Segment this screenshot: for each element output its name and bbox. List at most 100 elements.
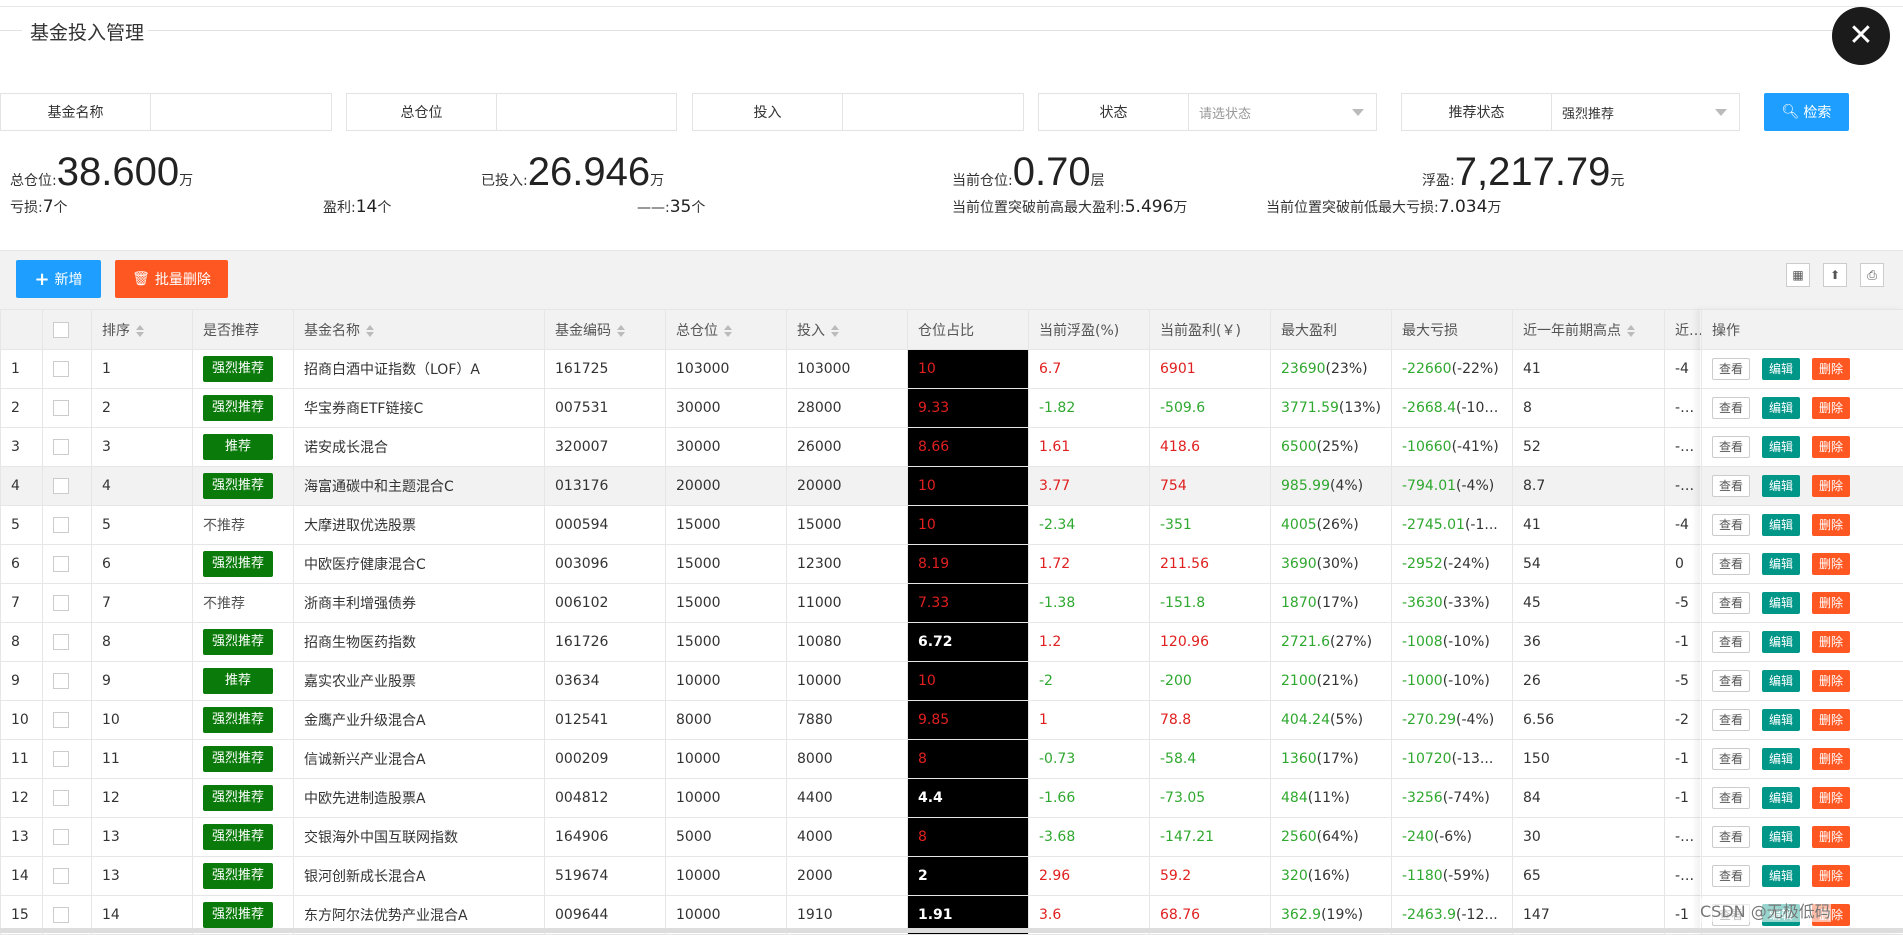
- table-row[interactable]: 22强烈推荐华宝券商ETF链接C00753130000280009.33-1.8…: [1, 389, 1903, 428]
- status-select[interactable]: 请选状态: [1189, 94, 1376, 130]
- horizontal-scrollbar[interactable]: [0, 928, 1903, 933]
- view-button[interactable]: 查看: [1712, 670, 1750, 692]
- row-checkbox[interactable]: [53, 829, 69, 845]
- table-row[interactable]: 66强烈推荐中欧医疗健康混合C00309615000123008.191.722…: [1, 545, 1903, 584]
- table-row[interactable]: 44强烈推荐海富通碳中和主题混合C0131762000020000103.777…: [1, 467, 1903, 506]
- table-row[interactable]: 1111强烈推荐信诚新兴产业混合A0002091000080008-0.73-5…: [1, 740, 1903, 779]
- header-invest[interactable]: 投入: [787, 310, 908, 350]
- add-button[interactable]: + 新增: [16, 260, 101, 298]
- batch-delete-button[interactable]: 🗑︎ 批量删除: [115, 260, 228, 298]
- table-row[interactable]: 99推荐嘉实农业产业股票03634100001000010-2-2002100(…: [1, 662, 1903, 701]
- sort-icon[interactable]: [724, 325, 732, 337]
- view-button[interactable]: 查看: [1712, 709, 1750, 731]
- sort-icon[interactable]: [366, 325, 374, 337]
- table-row[interactable]: 11强烈推荐招商白酒中证指数（LOF）A16172510300010300010…: [1, 350, 1903, 389]
- edit-button[interactable]: 编辑: [1762, 709, 1800, 731]
- row-checkbox[interactable]: [53, 595, 69, 611]
- view-button[interactable]: 查看: [1712, 358, 1750, 380]
- header-year-high[interactable]: 近一年前期高点: [1513, 310, 1665, 350]
- row-checkbox[interactable]: [53, 634, 69, 650]
- row-checkbox[interactable]: [53, 907, 69, 923]
- recommend-select[interactable]: 强烈推荐: [1552, 94, 1739, 130]
- invest-input[interactable]: [843, 94, 1023, 130]
- view-button[interactable]: 查看: [1712, 514, 1750, 536]
- row-checkbox[interactable]: [53, 361, 69, 377]
- row-checkbox[interactable]: [53, 673, 69, 689]
- table-row[interactable]: 55不推荐大摩进取优选股票000594150001500010-2.34-351…: [1, 506, 1903, 545]
- cell-select[interactable]: [43, 857, 92, 896]
- row-checkbox[interactable]: [53, 712, 69, 728]
- sort-icon[interactable]: [136, 325, 144, 337]
- cell-select[interactable]: [43, 506, 92, 545]
- table-row[interactable]: 1413强烈推荐银河创新成长混合A51967410000200022.9659.…: [1, 857, 1903, 896]
- view-button[interactable]: 查看: [1712, 748, 1750, 770]
- cell-select[interactable]: [43, 389, 92, 428]
- cell-select[interactable]: [43, 623, 92, 662]
- table-row[interactable]: 1313强烈推荐交银海外中国互联网指数164906500040008-3.68-…: [1, 818, 1903, 857]
- table-row[interactable]: 88强烈推荐招商生物医药指数16172615000100806.721.2120…: [1, 623, 1903, 662]
- view-button[interactable]: 查看: [1712, 553, 1750, 575]
- edit-button[interactable]: 编辑: [1762, 436, 1800, 458]
- delete-button[interactable]: 删除: [1812, 514, 1850, 536]
- row-checkbox[interactable]: [53, 751, 69, 767]
- header-select-all[interactable]: [43, 310, 92, 350]
- print-icon[interactable]: ⎙: [1860, 263, 1884, 287]
- header-fund-code[interactable]: 基金编码: [545, 310, 666, 350]
- search-button[interactable]: 🔍︎ 检索: [1764, 93, 1849, 131]
- cell-select[interactable]: [43, 467, 92, 506]
- cell-select[interactable]: [43, 779, 92, 818]
- select-all-checkbox[interactable]: [53, 322, 69, 338]
- row-checkbox[interactable]: [53, 478, 69, 494]
- close-button[interactable]: ✕: [1832, 7, 1890, 65]
- view-button[interactable]: 查看: [1712, 787, 1750, 809]
- delete-button[interactable]: 删除: [1812, 787, 1850, 809]
- sort-icon[interactable]: [617, 325, 625, 337]
- delete-button[interactable]: 删除: [1812, 475, 1850, 497]
- cell-select[interactable]: [43, 545, 92, 584]
- view-button[interactable]: 查看: [1712, 826, 1750, 848]
- cell-select[interactable]: [43, 662, 92, 701]
- view-button[interactable]: 查看: [1712, 631, 1750, 653]
- delete-button[interactable]: 删除: [1812, 748, 1850, 770]
- fund-name-input[interactable]: [151, 94, 331, 130]
- total-position-input[interactable]: [497, 94, 676, 130]
- columns-icon[interactable]: ▦: [1786, 263, 1810, 287]
- edit-button[interactable]: 编辑: [1762, 631, 1800, 653]
- edit-button[interactable]: 编辑: [1762, 592, 1800, 614]
- cell-select[interactable]: [43, 818, 92, 857]
- edit-button[interactable]: 编辑: [1762, 826, 1800, 848]
- cell-select[interactable]: [43, 584, 92, 623]
- delete-button[interactable]: 删除: [1812, 709, 1850, 731]
- table-row[interactable]: 33推荐诺安成长混合32000730000260008.661.61418.66…: [1, 428, 1903, 467]
- header-fund-name[interactable]: 基金名称: [294, 310, 545, 350]
- view-button[interactable]: 查看: [1712, 475, 1750, 497]
- sort-icon[interactable]: [1627, 325, 1635, 337]
- row-checkbox[interactable]: [53, 868, 69, 884]
- delete-button[interactable]: 删除: [1812, 592, 1850, 614]
- row-checkbox[interactable]: [53, 517, 69, 533]
- edit-button[interactable]: 编辑: [1762, 397, 1800, 419]
- delete-button[interactable]: 删除: [1812, 631, 1850, 653]
- edit-button[interactable]: 编辑: [1762, 670, 1800, 692]
- cell-select[interactable]: [43, 350, 92, 389]
- row-checkbox[interactable]: [53, 400, 69, 416]
- export-icon[interactable]: ⬆: [1823, 263, 1847, 287]
- row-checkbox[interactable]: [53, 439, 69, 455]
- edit-button[interactable]: 编辑: [1762, 748, 1800, 770]
- edit-button[interactable]: 编辑: [1762, 865, 1800, 887]
- edit-button[interactable]: 编辑: [1762, 475, 1800, 497]
- row-checkbox[interactable]: [53, 556, 69, 572]
- view-button[interactable]: 查看: [1712, 436, 1750, 458]
- delete-button[interactable]: 删除: [1812, 397, 1850, 419]
- table-row[interactable]: 77不推荐浙商丰利增强债券00610215000110007.33-1.38-1…: [1, 584, 1903, 623]
- delete-button[interactable]: 删除: [1812, 358, 1850, 380]
- table-row[interactable]: 1212强烈推荐中欧先进制造股票A0048121000044004.4-1.66…: [1, 779, 1903, 818]
- view-button[interactable]: 查看: [1712, 865, 1750, 887]
- cell-select[interactable]: [43, 701, 92, 740]
- edit-button[interactable]: 编辑: [1762, 358, 1800, 380]
- delete-button[interactable]: 删除: [1812, 436, 1850, 458]
- view-button[interactable]: 查看: [1712, 397, 1750, 419]
- delete-button[interactable]: 删除: [1812, 553, 1850, 575]
- edit-button[interactable]: 编辑: [1762, 514, 1800, 536]
- cell-select[interactable]: [43, 740, 92, 779]
